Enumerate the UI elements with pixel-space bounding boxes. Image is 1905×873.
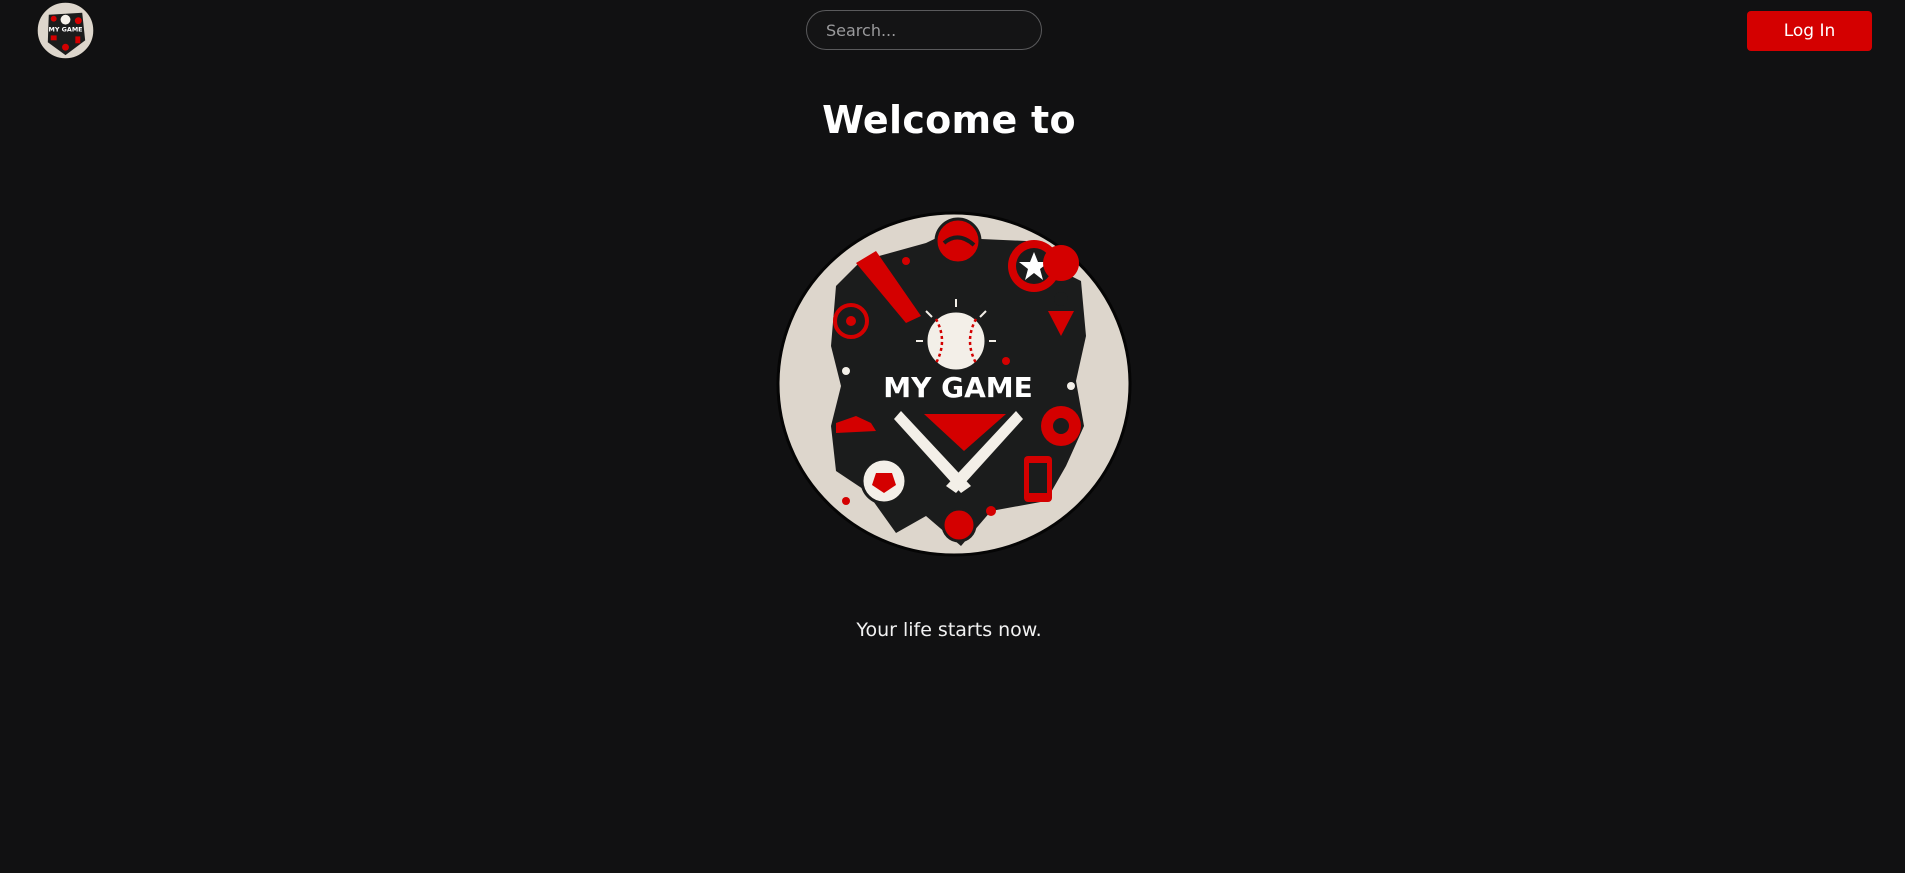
my-game-logo-icon: MY GAME: [36, 1, 95, 60]
nav-logo[interactable]: MY GAME: [36, 1, 95, 60]
top-nav: MY GAME Log In: [0, 0, 1905, 62]
login-button[interactable]: Log In: [1747, 11, 1872, 51]
search-input[interactable]: [806, 10, 1042, 50]
hero-logo: MY GAME: [776, 211, 1132, 557]
page-title: Welcome to: [822, 98, 1076, 142]
my-game-emblem-icon: MY GAME: [776, 211, 1132, 557]
tagline: Your life starts now.: [856, 619, 1042, 641]
svg-text:MY GAME: MY GAME: [48, 25, 82, 33]
landing-page: MY GAME Log In Welcome to: [0, 0, 1905, 873]
svg-text:MY GAME: MY GAME: [883, 371, 1033, 404]
